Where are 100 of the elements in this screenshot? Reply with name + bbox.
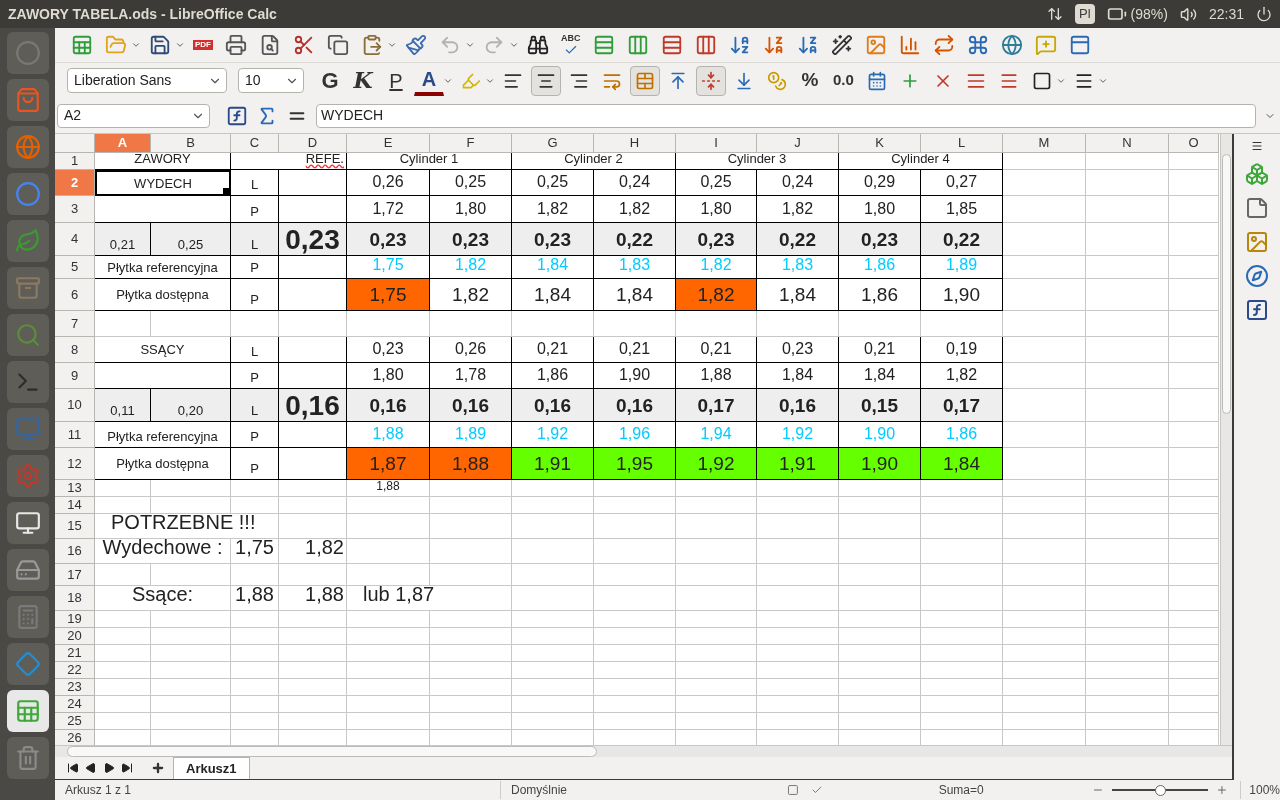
row-header[interactable]: 6: [55, 279, 95, 311]
row-header[interactable]: 4: [55, 223, 95, 256]
number-format-button[interactable]: 0.0: [828, 65, 859, 96]
column-header[interactable]: O: [1169, 134, 1219, 153]
sort-descending-icon: [762, 34, 785, 56]
row-header[interactable]: 26: [55, 730, 95, 745]
underline-button[interactable]: P: [381, 65, 411, 96]
previous-sheet-icon[interactable]: [85, 762, 97, 774]
table-cell: 0,25: [512, 170, 594, 196]
table-cell: 1,82: [430, 279, 512, 311]
column-header[interactable]: H: [594, 134, 676, 153]
functions-icon[interactable]: [1245, 298, 1269, 322]
monitor-icon: [14, 416, 41, 442]
column-header[interactable]: G: [512, 134, 594, 153]
scroll-thumb[interactable]: [1222, 154, 1231, 414]
zoom-thumb[interactable]: [1155, 784, 1167, 796]
launcher-button[interactable]: [6, 502, 49, 544]
row-header[interactable]: 21: [55, 645, 95, 662]
column-header[interactable]: L: [921, 134, 1003, 153]
row-header[interactable]: 16: [55, 539, 95, 564]
column-header[interactable]: D: [279, 134, 347, 153]
table-cell: 0,19: [921, 337, 1003, 363]
spellcheck-button[interactable]: ABC: [557, 30, 585, 60]
row-header[interactable]: 22: [55, 662, 95, 679]
row-header[interactable]: 1: [55, 153, 95, 170]
column-header[interactable]: M: [1003, 134, 1086, 153]
function-wizard-icon[interactable]: [226, 104, 248, 127]
row-header[interactable]: 17: [55, 564, 95, 586]
trash-icon: [14, 745, 41, 771]
row-header[interactable]: 23: [55, 679, 95, 696]
column-header[interactable]: C: [231, 134, 279, 153]
bold-button[interactable]: G: [315, 65, 345, 96]
table-cell: P: [231, 448, 279, 480]
column-header[interactable]: F: [430, 134, 512, 153]
navigator-icon[interactable]: [1245, 264, 1269, 288]
table-cell: 1,82: [594, 196, 676, 223]
column-header[interactable]: B: [151, 134, 231, 153]
toolbar-button[interactable]: [531, 65, 561, 96]
row-header[interactable]: 3: [55, 196, 95, 223]
column-header[interactable]: N: [1086, 134, 1169, 153]
font-size-field[interactable]: 10: [238, 68, 304, 93]
delete-columns-icon: [694, 34, 717, 56]
last-sheet-icon[interactable]: [121, 762, 133, 774]
horizontal-scrollbar[interactable]: [55, 745, 1232, 757]
column-header[interactable]: I: [676, 134, 757, 153]
row-header[interactable]: 11: [55, 422, 95, 448]
table-cell: 0,23: [347, 223, 430, 256]
menu-icon[interactable]: [1251, 140, 1263, 152]
name-box[interactable]: A2: [57, 103, 210, 128]
caret-icon[interactable]: [465, 40, 475, 50]
gallery-icon[interactable]: [1245, 230, 1269, 254]
table-cell: 1,91: [512, 448, 594, 480]
caret-icon[interactable]: [175, 40, 185, 50]
zoom-in-icon[interactable]: [1216, 784, 1229, 796]
formula-input[interactable]: WYDECH: [316, 103, 1256, 128]
image-icon: [864, 34, 887, 56]
caret-icon[interactable]: [509, 40, 519, 50]
column-header[interactable]: E: [347, 134, 430, 153]
row-header[interactable]: 15: [55, 514, 95, 539]
row-header[interactable]: 9: [55, 363, 95, 389]
row-header[interactable]: 18: [55, 586, 95, 611]
align-top-icon: [668, 70, 688, 91]
row-header[interactable]: 7: [55, 311, 95, 337]
font-color-button[interactable]: A: [414, 65, 444, 96]
caret-icon[interactable]: [131, 40, 141, 50]
row-header[interactable]: 5: [55, 256, 95, 279]
network-icon[interactable]: [1047, 6, 1064, 22]
sheet-tab[interactable]: Arkusz1: [173, 757, 250, 779]
row-header[interactable]: 14: [55, 497, 95, 514]
next-sheet-icon[interactable]: [103, 762, 115, 774]
clock[interactable]: 22:31: [1208, 3, 1244, 25]
launcher-button[interactable]: [6, 549, 49, 591]
row-header[interactable]: 10: [55, 389, 95, 422]
row-header[interactable]: 13: [55, 480, 95, 497]
vertical-scrollbar[interactable]: [1220, 134, 1232, 745]
row-header[interactable]: 24: [55, 696, 95, 713]
italic-button[interactable]: K: [348, 65, 378, 96]
row-header[interactable]: 12: [55, 448, 95, 480]
column-header[interactable]: J: [757, 134, 839, 153]
column-header[interactable]: K: [839, 134, 921, 153]
add-sheet-icon[interactable]: [151, 761, 165, 775]
table-cell: 0,17: [676, 389, 757, 422]
scroll-thumb[interactable]: [67, 746, 597, 757]
launcher-button[interactable]: [6, 690, 49, 732]
table-cell: 0,16: [347, 389, 430, 422]
export-pdf-button[interactable]: PDF: [189, 30, 217, 60]
spreadsheet-icon: [71, 34, 93, 56]
percent-button[interactable]: %: [795, 65, 825, 96]
table-cell: 1,80: [676, 196, 757, 223]
row-header[interactable]: 20: [55, 628, 95, 645]
caret-icon[interactable]: [387, 40, 397, 50]
power-icon[interactable]: [1256, 6, 1272, 22]
row-header[interactable]: 25: [55, 713, 95, 730]
keyboard-indicator[interactable]: Pl: [1075, 4, 1095, 24]
copy-icon: [327, 34, 349, 56]
font-name-field[interactable]: Liberation Sans: [67, 68, 227, 93]
volume-icon[interactable]: [1179, 5, 1197, 23]
row-header[interactable]: 19: [55, 611, 95, 628]
row-header[interactable]: 8: [55, 337, 95, 363]
first-sheet-icon[interactable]: [67, 762, 79, 774]
